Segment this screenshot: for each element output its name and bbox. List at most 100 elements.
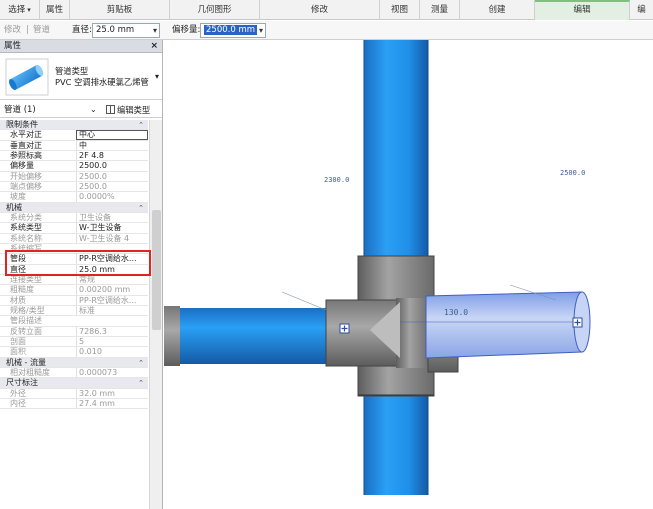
property-label: 端点偏移: [10, 181, 42, 191]
property-section[interactable]: 限制条件 ⌃: [0, 120, 148, 131]
diameter-combo[interactable]: 25.0 mm ▾: [92, 23, 160, 38]
property-value: 2500.0: [76, 181, 148, 192]
property-row: 规格/类型 标准: [0, 305, 148, 317]
collapse-chevron-icon[interactable]: ⌃: [138, 203, 144, 212]
edit-type-button[interactable]: 编辑类型: [106, 102, 150, 118]
property-label: 系统类型: [10, 223, 42, 233]
close-icon[interactable]: ×: [150, 40, 158, 53]
property-value: W-卫生设备 4: [76, 233, 148, 243]
ribbon-tab-select[interactable]: 选择 ▾: [0, 0, 40, 20]
collapse-chevron-icon[interactable]: ⌃: [138, 120, 144, 129]
chevron-down-icon: ▾: [152, 26, 157, 35]
ribbon-tab-properties[interactable]: 属性: [40, 0, 70, 20]
property-row: 面积 0.010: [0, 347, 148, 358]
dimension-right: 2500.0: [560, 169, 586, 177]
ribbon-tab-edit[interactable]: 编辑: [535, 0, 630, 20]
property-row: 剖面 5: [0, 336, 148, 348]
property-value: 0.00200 mm: [76, 285, 148, 295]
highlight-box: [5, 250, 151, 276]
diameter-value: 25.0 mm: [96, 25, 135, 35]
chevron-down-icon: ▾: [258, 26, 263, 35]
property-row[interactable]: 系统类型 W-卫生设备: [0, 223, 148, 234]
property-row: 坡度 0.0000%: [0, 192, 148, 203]
property-value[interactable]: 中: [76, 140, 148, 150]
chevron-down-icon: ▾: [27, 6, 31, 14]
property-value: 7286.3: [76, 326, 148, 336]
collapse-chevron-icon[interactable]: ⌃: [138, 378, 144, 387]
connector-grip-left[interactable]: [339, 323, 350, 334]
properties-scrollbar[interactable]: [149, 120, 162, 509]
type-family: 管道类型: [55, 66, 89, 76]
property-row: 管段描述: [0, 316, 148, 327]
property-value: 标准: [76, 305, 148, 316]
property-label: 相对粗糙度: [10, 367, 50, 377]
property-row: 粗糙度 0.00200 mm: [0, 285, 148, 296]
selected-branch-pipe[interactable]: [425, 291, 591, 359]
edit-type-icon: [106, 105, 115, 114]
options-bar: 修改 | 管道 直径: 25.0 mm ▾ 偏移量: 2500.0 mm ▾: [0, 21, 653, 40]
property-row[interactable]: 参照标高 2F 4.8: [0, 150, 148, 162]
chevron-down-icon[interactable]: ⌄: [90, 102, 97, 118]
property-value: 0.000073: [76, 367, 148, 378]
3d-viewport[interactable]: 2300.0 2500.0 130.0: [164, 40, 653, 509]
property-value[interactable]: W-卫生设备: [76, 223, 148, 233]
property-row[interactable]: 水平对正 中心: [0, 130, 148, 141]
tab-label: 选择: [8, 5, 26, 15]
property-value[interactable]: 2F 4.8: [76, 150, 148, 161]
property-row: 开始偏移 2500.0: [0, 171, 148, 182]
instance-selector[interactable]: 管道 (1) ⌄ 编辑类型: [0, 102, 162, 118]
offset-label: 偏移量:: [172, 25, 201, 35]
left-horizontal-pipe[interactable]: [164, 306, 334, 366]
property-label: 连接类型: [10, 274, 42, 284]
connector-grip-right[interactable]: [572, 317, 583, 328]
ribbon-tab-edit-2[interactable]: 编: [630, 0, 653, 20]
property-label: 开始偏移: [10, 171, 42, 181]
property-value: 卫生设备: [76, 212, 148, 223]
property-row: 相对粗糙度 0.000073: [0, 367, 148, 379]
property-value: 2500.0: [76, 171, 148, 181]
property-label: 反转立面: [10, 326, 42, 336]
properties-title: 属性: [4, 41, 22, 51]
modify-label: 修改: [4, 25, 22, 35]
property-section[interactable]: 尺寸标注 ⌃: [0, 378, 148, 389]
property-label: 坡度: [10, 192, 26, 202]
property-label: 系统名称: [10, 233, 42, 243]
property-label: 规格/类型: [10, 305, 45, 315]
offset-value[interactable]: 2500.0 mm: [204, 25, 258, 35]
property-row: 连接类型 常规: [0, 274, 148, 286]
property-row: 内径 27.4 mm: [0, 398, 148, 410]
dimension-left: 2300.0: [324, 176, 350, 184]
chevron-down-icon: ▾: [154, 72, 159, 81]
ribbon-tab-create[interactable]: 创建: [460, 0, 535, 20]
property-label: 材质: [10, 295, 26, 305]
property-value: 0.010: [76, 347, 148, 357]
scrollbar-thumb[interactable]: [152, 210, 161, 330]
section-label: 机械 - 流量: [6, 357, 46, 367]
type-name: 管道类型 PVC 空调排水硬氯乙烯管: [55, 66, 149, 88]
collapse-chevron-icon[interactable]: ⌃: [138, 358, 144, 367]
property-value[interactable]: 中心: [76, 130, 148, 140]
offset-combo[interactable]: 2500.0 mm ▾: [200, 23, 266, 38]
property-row: 系统分类 卫生设备: [0, 212, 148, 224]
ribbon-tab-geometry[interactable]: 几何图形: [170, 0, 260, 20]
type-selector[interactable]: 管道类型 PVC 空调排水硬氯乙烯管 ▾: [0, 54, 162, 100]
property-section[interactable]: 机械 ⌃: [0, 202, 148, 213]
dimension-branch: 130.0: [444, 308, 469, 317]
pipe-type-icon: [5, 58, 49, 96]
property-value: 27.4 mm: [76, 398, 148, 409]
property-value[interactable]: 2500.0: [76, 161, 148, 171]
property-row: 外径 32.0 mm: [0, 388, 148, 399]
property-row[interactable]: 偏移量 2500.0: [0, 161, 148, 172]
pipe-label: 管道: [33, 25, 51, 35]
edit-type-label: 编辑类型: [117, 105, 151, 115]
section-label: 限制条件: [6, 120, 38, 129]
property-value: 0.0000%: [76, 192, 148, 202]
property-label: 粗糙度: [10, 285, 34, 295]
property-section[interactable]: 机械 - 流量 ⌃: [0, 357, 148, 368]
ribbon-tab-clipboard[interactable]: 剪贴板: [70, 0, 170, 20]
property-row[interactable]: 垂直对正 中: [0, 140, 148, 151]
ribbon-tab-measure[interactable]: 测量: [420, 0, 460, 20]
ribbon-tab-modify[interactable]: 修改: [260, 0, 380, 20]
separator: |: [26, 25, 29, 35]
ribbon-tab-view[interactable]: 视图: [380, 0, 420, 20]
